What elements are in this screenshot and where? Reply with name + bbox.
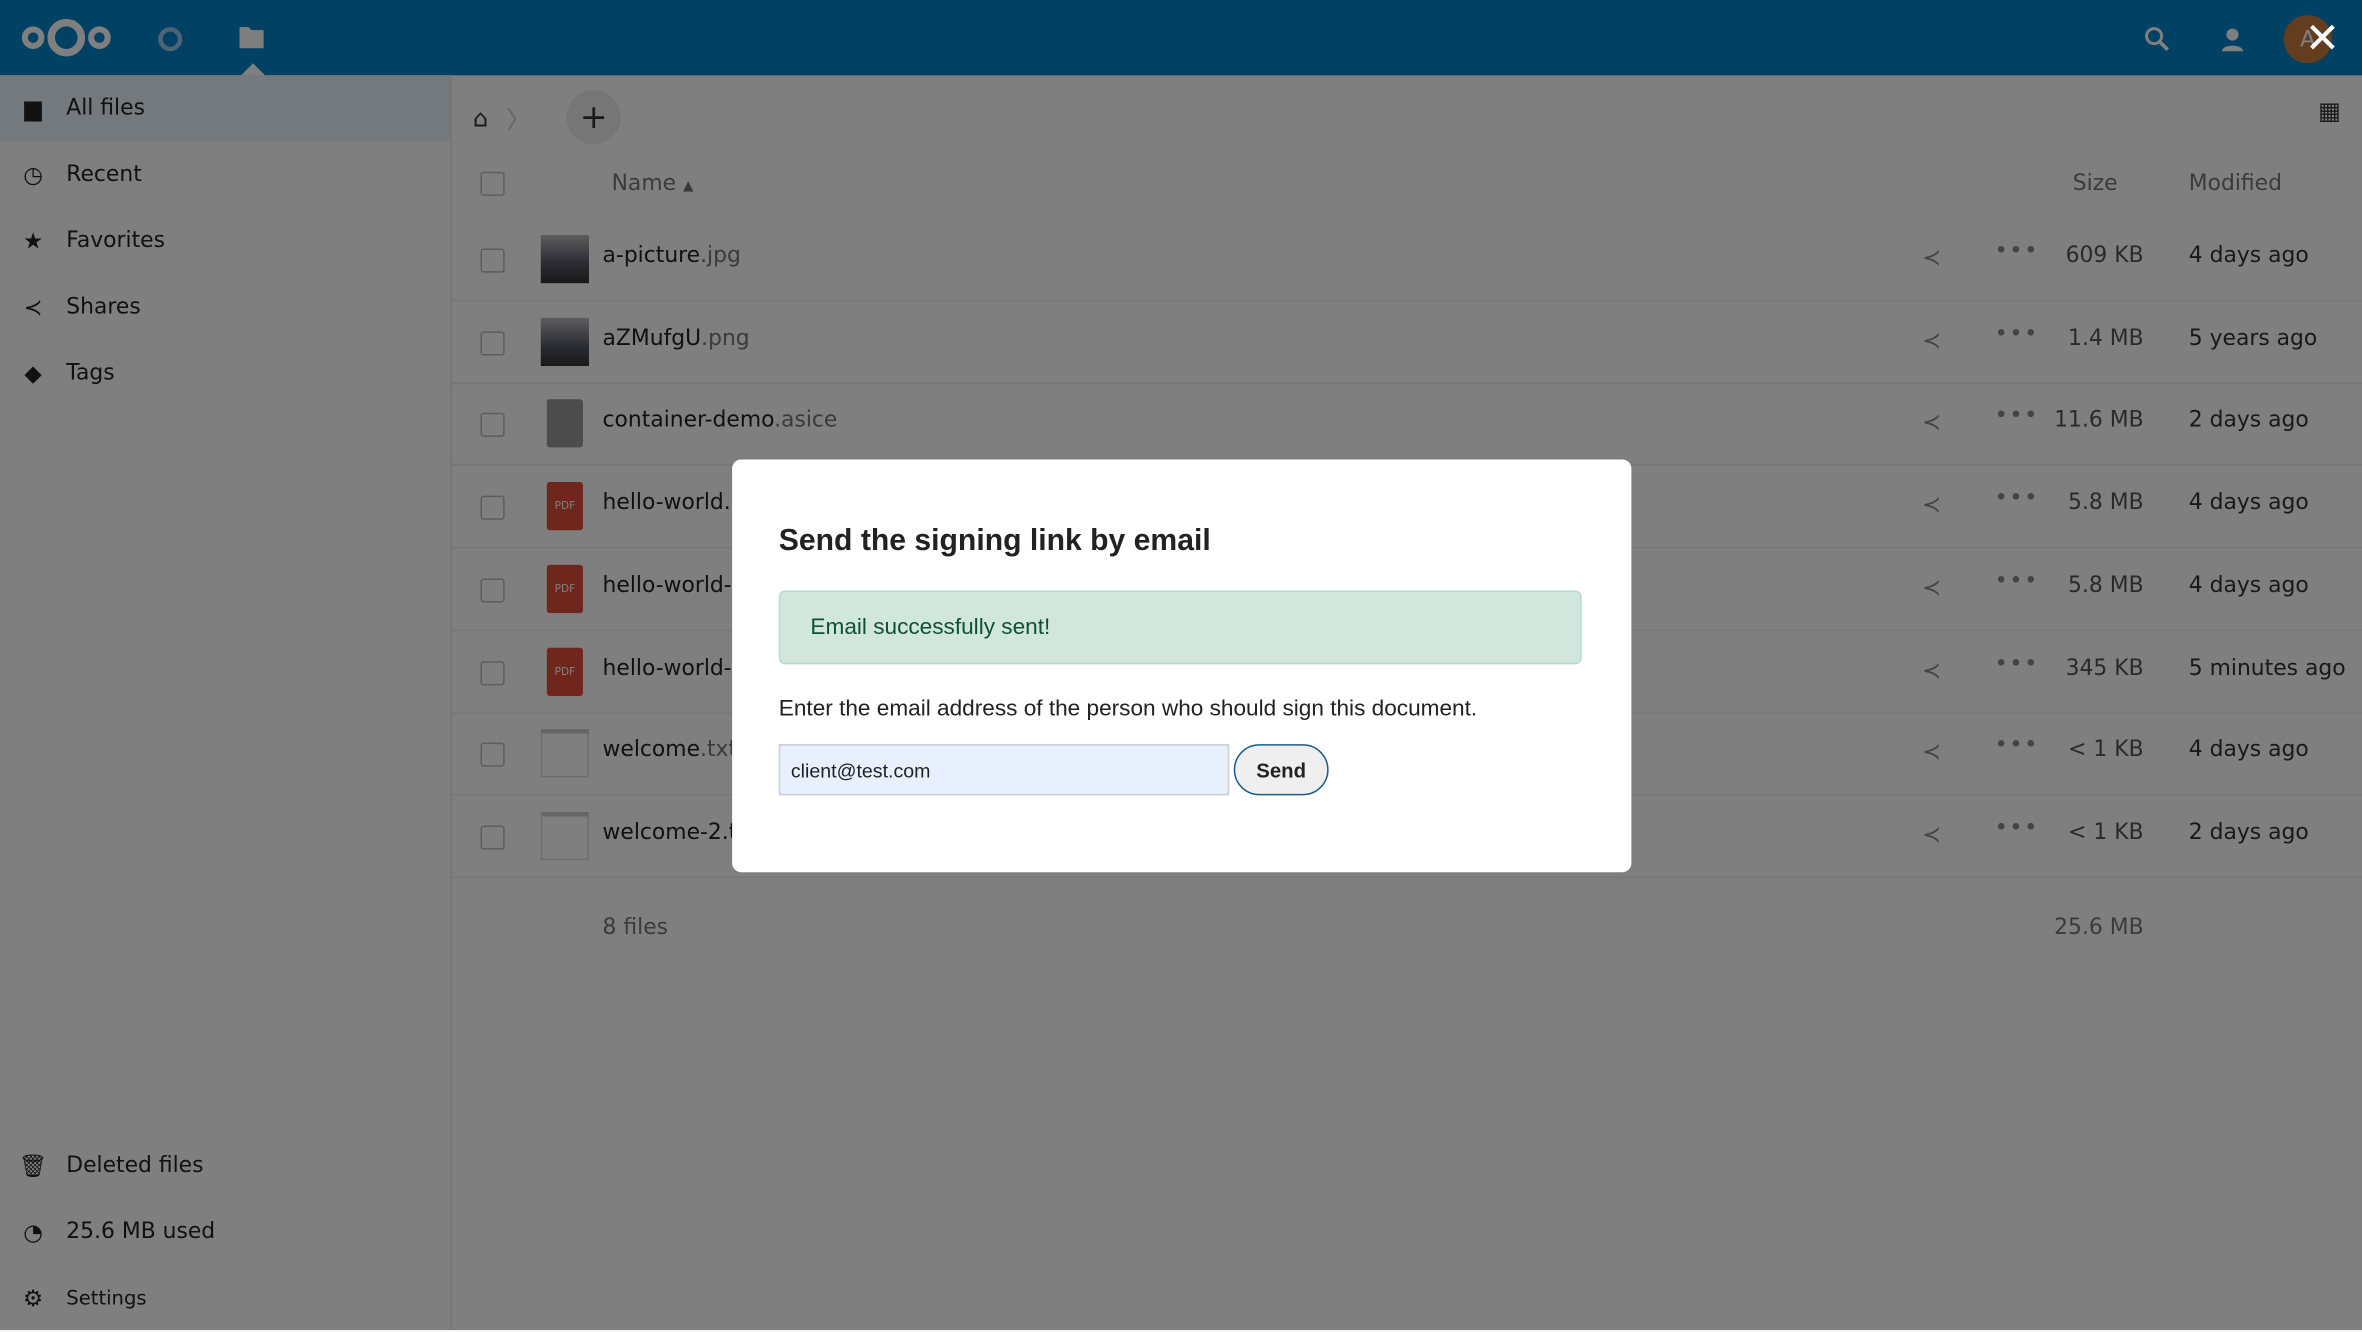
dialog-description: Enter the email address of the person wh… [778,695,1478,722]
send-button[interactable]: Send [1233,744,1329,796]
signing-link-dialog: Send the signing link by email Email suc… [732,459,1632,873]
email-field[interactable] [778,744,1230,796]
dialog-title: Send the signing link by email [778,524,1211,558]
close-icon[interactable]: ✕ [2305,17,2340,60]
success-alert: Email successfully sent! [778,590,1582,665]
